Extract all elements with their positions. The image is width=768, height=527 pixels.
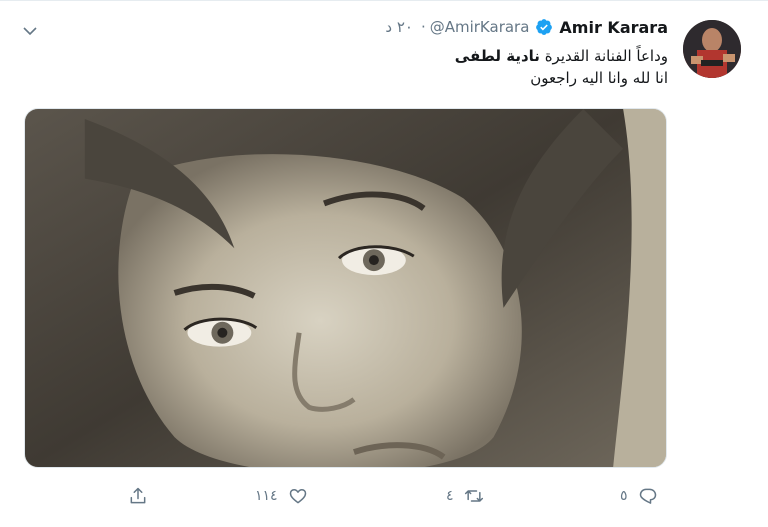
share-button[interactable] [128, 483, 148, 509]
tweet-text-line-2: انا لله وانا اليه راجعون [530, 69, 668, 87]
user-handle[interactable]: @AmirKarara [430, 18, 530, 36]
tweet-text-bold-name: نادية لطفى [454, 47, 540, 65]
share-icon [130, 487, 146, 504]
tweet-actions: ١١٤ ٤ ٥ [0, 481, 768, 513]
retweet-button[interactable]: ٤ [446, 483, 484, 509]
reply-icon [639, 488, 656, 504]
reply-count: ٥ [620, 488, 628, 504]
verified-badge-icon [536, 19, 553, 35]
tweet-header: ٢٠ د · @AmirKarara Amir Karara [385, 15, 668, 39]
chevron-down-icon[interactable] [22, 23, 38, 39]
heart-icon [289, 489, 306, 504]
like-count: ١١٤ [255, 488, 278, 504]
avatar-image [683, 20, 741, 78]
retweet-icon [464, 490, 483, 502]
separator-dot: · [420, 18, 426, 36]
timestamp[interactable]: ٢٠ د [385, 18, 413, 36]
portrait-photo [25, 109, 666, 467]
tweet-card[interactable]: ٢٠ د · @AmirKarara Amir Karara وداعاً ال… [0, 0, 768, 527]
tweet-photo[interactable] [24, 108, 667, 468]
tweet-text-line-1-start: وداعاً الفنانة القديرة [539, 47, 668, 65]
retweet-count: ٤ [446, 488, 454, 504]
user-display-name[interactable]: Amir Karara [559, 18, 668, 37]
tweet-text: وداعاً الفنانة القديرة نادية لطفى انا لل… [148, 45, 668, 89]
tweet-text-line-1: وداعاً الفنانة القديرة نادية لطفى [148, 45, 668, 67]
avatar[interactable] [683, 20, 741, 78]
like-button[interactable]: ١١٤ [255, 483, 308, 509]
reply-button[interactable]: ٥ [620, 483, 658, 509]
